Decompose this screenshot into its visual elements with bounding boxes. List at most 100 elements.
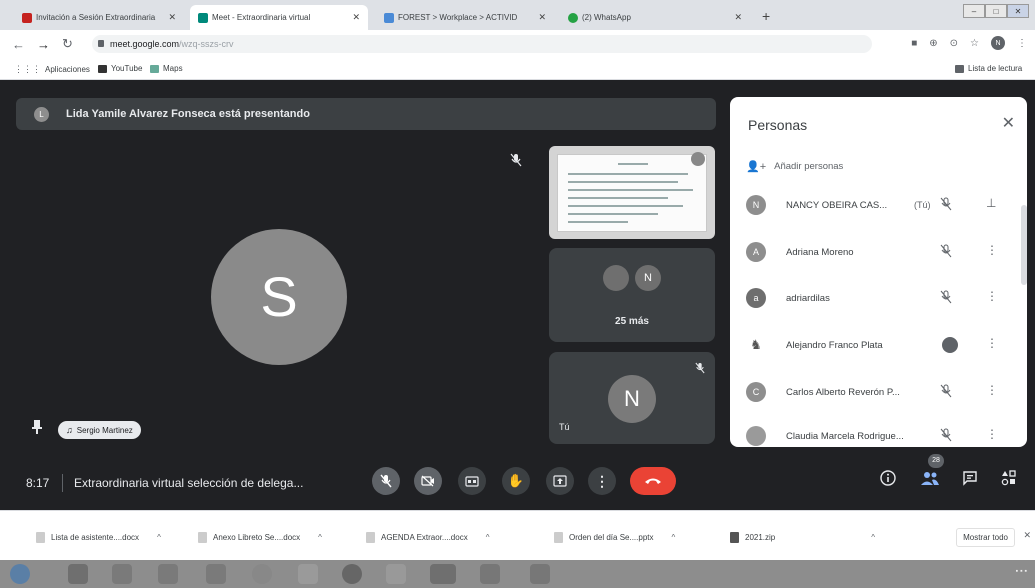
shared-document-preview (557, 154, 707, 232)
download-item[interactable]: AGENDA Extraor....docx ^ (366, 532, 489, 543)
participant-avatar: N (635, 265, 661, 291)
close-tab-icon[interactable]: ✕ (352, 12, 360, 23)
leave-call-button[interactable] (630, 467, 676, 495)
close-tab-icon[interactable]: ✕ (168, 12, 176, 23)
avatar: a (746, 288, 766, 308)
more-options-icon[interactable]: ⋮ (986, 383, 998, 397)
app-icon[interactable] (158, 564, 178, 584)
scrollbar[interactable] (1021, 205, 1027, 285)
media-player-icon[interactable] (68, 564, 88, 584)
list-item[interactable]: A Adriana Moreno ⋮ (746, 237, 1016, 267)
ie-icon[interactable] (206, 564, 226, 584)
chevron-up-icon[interactable]: ^ (157, 533, 161, 542)
system-tray: ▪ ▪ ▪ (1015, 568, 1027, 575)
bookmarks-bar: ⋮⋮⋮ Aplicaciones YouTube Maps Lista de l… (0, 58, 1035, 80)
powerpoint-icon[interactable] (530, 564, 550, 584)
raise-hand-button[interactable]: ✋ (502, 467, 530, 495)
others-tile[interactable]: N 25 más (549, 248, 715, 342)
zip-file-icon (730, 532, 739, 543)
activities-button[interactable] (1001, 470, 1017, 491)
download-item[interactable]: Orden del día Se....pptx ^ (554, 532, 675, 543)
pin-icon[interactable] (32, 420, 42, 434)
forward-arrow-icon[interactable]: → (37, 37, 50, 52)
people-button[interactable] (920, 470, 940, 491)
more-options-icon[interactable]: ⋮ (986, 336, 998, 350)
close-tab-icon[interactable]: ✕ (734, 12, 742, 23)
close-icon[interactable]: ✕ (1002, 113, 1015, 133)
bookmark-maps[interactable]: Maps (150, 64, 183, 73)
close-icon[interactable]: ✕ (1023, 530, 1031, 541)
info-button[interactable] (880, 470, 896, 491)
minimize-button[interactable]: – (963, 4, 985, 18)
tab-invitacion[interactable]: Invitación a Sesión Extraordinaria ✕ (14, 5, 184, 30)
self-tile[interactable]: N Tú (549, 352, 715, 444)
download-item[interactable]: Lista de asistente....docx ^ (36, 532, 161, 543)
list-item[interactable]: C Carlos Alberto Reverón P... ⋮ (746, 377, 1016, 407)
tab-whatsapp[interactable]: (2) WhatsApp ✕ (560, 5, 750, 30)
more-options-icon[interactable]: ⋮ (986, 243, 998, 257)
star-icon[interactable]: ☆ (970, 38, 979, 49)
maps-icon (150, 64, 159, 73)
present-button[interactable] (546, 467, 574, 495)
pin-icon[interactable]: ⊥ (986, 196, 996, 210)
divider (62, 474, 63, 492)
url-bar[interactable]: meet.google.com/wzq-sszs-crv (92, 35, 872, 53)
start-icon[interactable] (10, 564, 30, 584)
app-icon[interactable] (386, 564, 406, 584)
mic-toggle-button[interactable] (372, 467, 400, 495)
more-options-button[interactable]: ⋮ (588, 467, 616, 495)
list-item[interactable]: N NANCY OBEIRA CAS... (Tú) ⊥ (746, 190, 1016, 220)
more-options-icon[interactable]: ⋮ (986, 427, 998, 441)
download-item[interactable]: Anexo Libreto Se....docx ^ (198, 532, 322, 543)
chevron-up-icon[interactable]: ^ (486, 533, 490, 542)
docx-file-icon (36, 532, 45, 543)
list-item[interactable]: Claudia Marcela Rodrigue... ⋮ (746, 421, 1016, 447)
mic-off-icon (940, 290, 952, 304)
lock-icon (98, 40, 104, 47)
chat-button[interactable] (962, 470, 978, 491)
profile-avatar[interactable]: N (991, 36, 1005, 50)
reload-icon[interactable]: ↻ (62, 36, 73, 52)
close-window-button[interactable]: ✕ (1007, 4, 1029, 18)
reading-list[interactable]: Lista de lectura (955, 64, 1022, 73)
bookmark-apps[interactable]: ⋮⋮⋮ Aplicaciones (14, 64, 90, 75)
share-icon[interactable]: ⊙ (950, 38, 958, 49)
new-tab-button[interactable]: + (762, 8, 770, 24)
presentation-thumbnail[interactable] (549, 146, 715, 239)
chevron-up-icon[interactable]: ^ (318, 533, 322, 542)
show-all-button[interactable]: Mostrar todo (956, 528, 1015, 547)
bookmark-youtube[interactable]: YouTube (98, 64, 142, 73)
speaker-icon: ♫ (66, 425, 73, 435)
camera-icon[interactable]: ■ (911, 38, 917, 49)
word-icon[interactable] (430, 564, 456, 584)
app-icon[interactable] (342, 564, 362, 584)
maximize-button[interactable]: □ (985, 4, 1007, 18)
person-name: Adriana Moreno (786, 246, 854, 258)
avatar-photo: ♞ (746, 335, 766, 355)
download-item[interactable]: 2021.zip ^ (730, 532, 875, 543)
list-item[interactable]: ♞ Alejandro Franco Plata ⋮ (746, 330, 1016, 360)
chrome-icon[interactable] (252, 564, 272, 584)
pptx-file-icon (554, 532, 563, 543)
os-taskbar: ▪ ▪ ▪ (0, 560, 1035, 588)
folder-icon[interactable] (298, 564, 318, 584)
tab-meet[interactable]: Meet - Extraordinaria virtual ✕ (190, 5, 368, 30)
pin-icon[interactable] (691, 152, 705, 166)
chevron-up-icon[interactable]: ^ (871, 533, 875, 542)
app-icon[interactable] (112, 564, 132, 584)
camera-toggle-button[interactable] (414, 467, 442, 495)
panel-title: Personas (748, 117, 808, 133)
back-arrow-icon[interactable]: ← (12, 37, 25, 52)
info-icon (880, 470, 896, 486)
zoom-icon[interactable]: ⊕ (929, 38, 937, 49)
add-people-button[interactable]: 👤+ Añadir personas (746, 160, 843, 173)
tab-forest[interactable]: FOREST > Workplace > ACTIVID ✕ (376, 5, 554, 30)
more-options-icon[interactable]: ⋮ (986, 289, 998, 303)
captions-button[interactable] (458, 467, 486, 495)
close-tab-icon[interactable]: ✕ (538, 12, 546, 23)
chevron-up-icon[interactable]: ^ (672, 533, 676, 542)
person-name: Claudia Marcela Rodrigue... (786, 430, 904, 442)
menu-icon[interactable]: ⋮ (1017, 38, 1027, 49)
list-item[interactable]: a adriardilas ⋮ (746, 283, 1016, 313)
chrome-icon[interactable] (480, 564, 500, 584)
